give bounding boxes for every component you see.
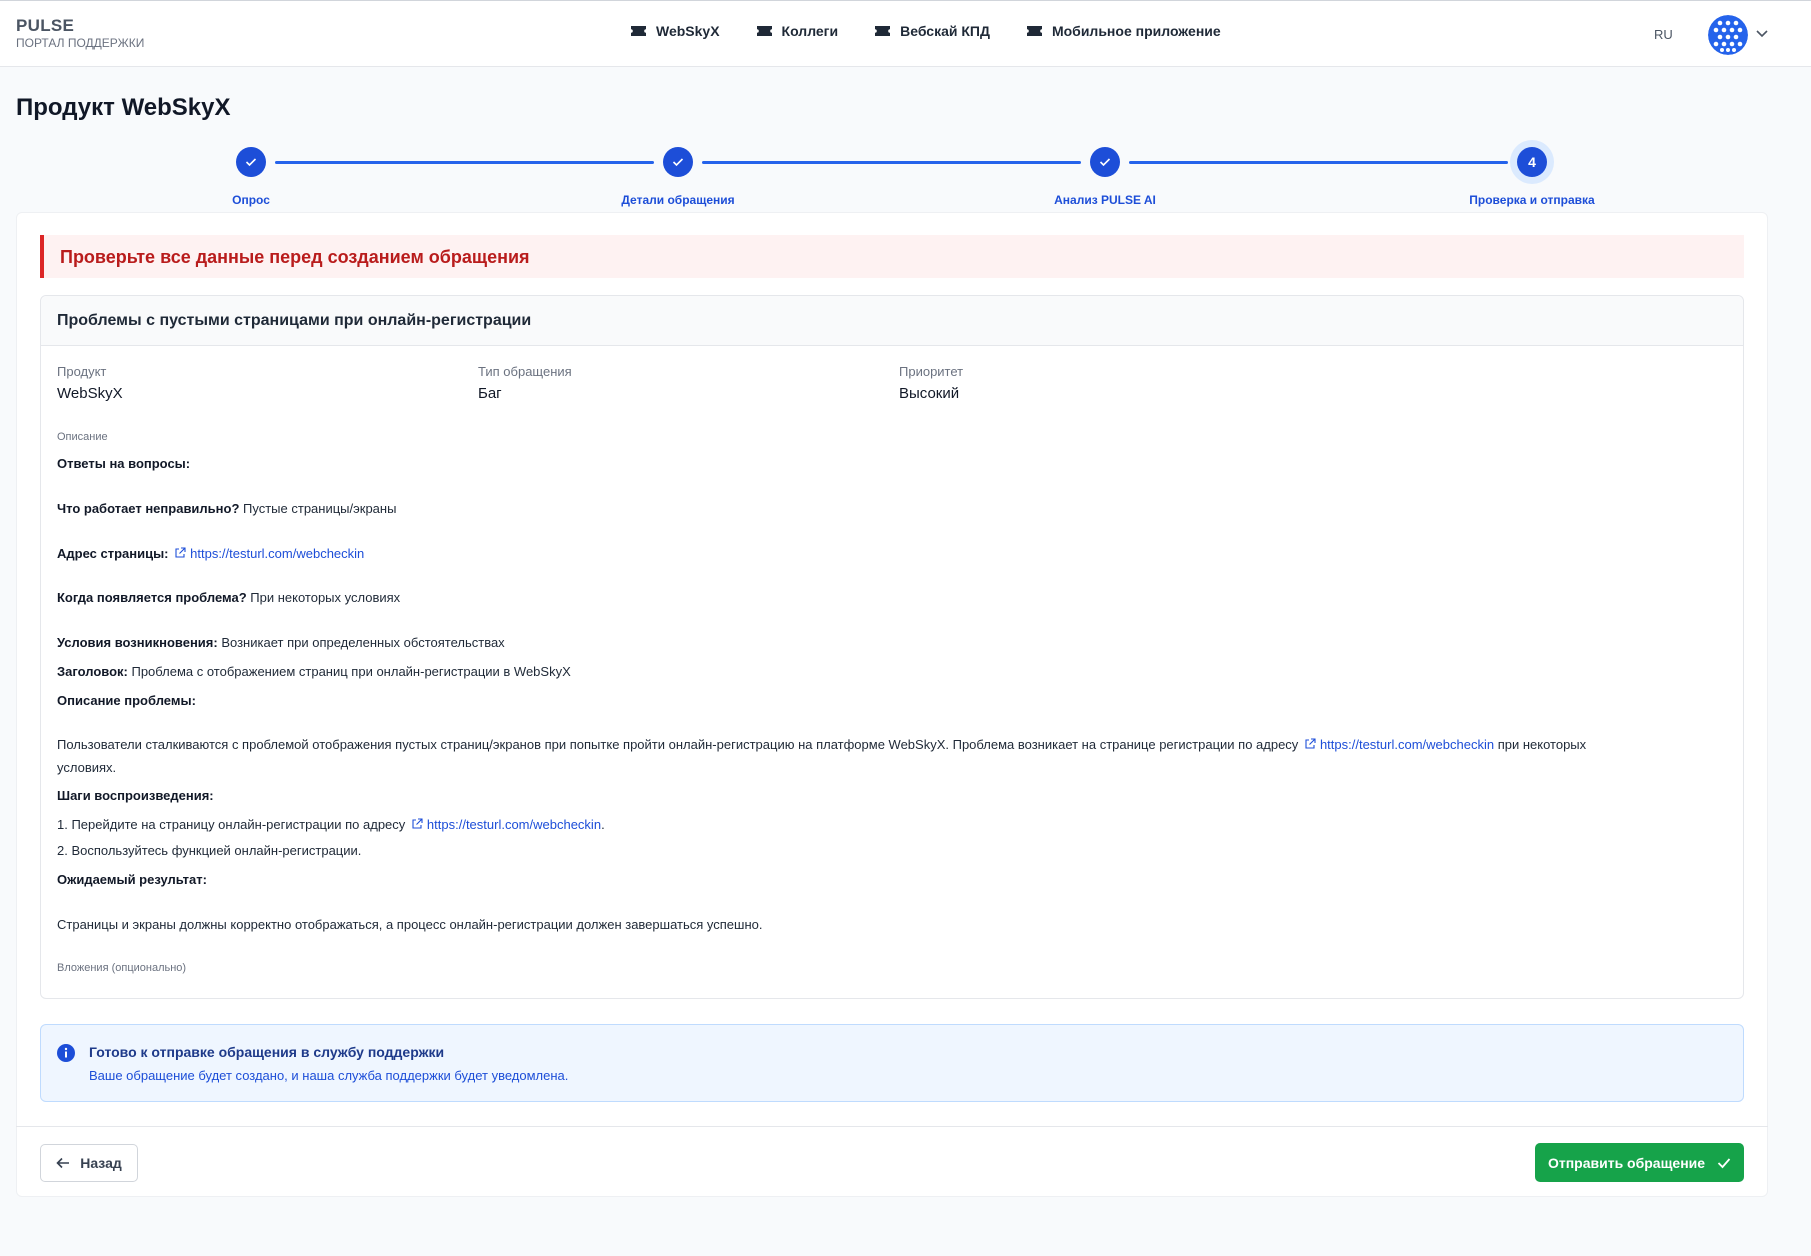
back-label: Назад: [80, 1155, 122, 1171]
chevron-down-icon[interactable]: [1755, 28, 1769, 38]
nav-item-webskyx[interactable]: WebSkyX: [630, 23, 720, 39]
answer-header: Заголовок: Проблема с отображением стран…: [57, 664, 571, 679]
top-header: PULSE ПОРТАЛ ПОДДЕРЖКИ WebSkyX Коллеги В…: [0, 0, 1811, 67]
step-1-label: Опрос: [232, 193, 270, 207]
check-icon: [245, 158, 257, 167]
step-3-circle[interactable]: [1090, 147, 1120, 177]
review-alert: Проверьте все данные перед созданием обр…: [40, 235, 1744, 278]
back-button[interactable]: Назад: [40, 1144, 138, 1182]
step-2-circle[interactable]: [663, 147, 693, 177]
attachments-label: Вложения (опционально): [57, 962, 187, 974]
submit-label: Отправить обращение: [1547, 1154, 1706, 1171]
step-connector: [1129, 161, 1508, 164]
nav-label: Коллеги: [781, 23, 839, 39]
step-1-circle[interactable]: [236, 147, 266, 177]
ticket-icon: [756, 26, 772, 36]
check-icon: [1099, 158, 1111, 167]
problem-text: Пользователи сталкиваются с проблемой от…: [57, 737, 1587, 775]
ticket-icon: [631, 26, 646, 36]
submit-ticket-button[interactable]: Отправить обращение: [1535, 1143, 1744, 1182]
step-2-label: Детали обращения: [621, 193, 735, 207]
type-value: Баг: [478, 385, 502, 402]
arrow-left-icon: [56, 1157, 70, 1169]
main-nav: WebSkyX Коллеги Вебскай КПД Мобильное пр…: [630, 23, 1257, 39]
answer-conditions: Условия возникновения: Возникает при опр…: [57, 635, 505, 650]
product-value: WebSkyX: [57, 385, 123, 402]
nav-item-mobile-app[interactable]: Мобильное приложение: [1026, 23, 1221, 39]
expected-heading: Ожидаемый результат:: [57, 872, 207, 887]
problem-link[interactable]: https://testurl.com/webcheckin: [1320, 737, 1494, 752]
external-link-icon: [412, 818, 423, 829]
description-label: Описание: [57, 431, 108, 443]
nav-label: Вебскай КПД: [900, 23, 990, 39]
info-icon: [57, 1044, 75, 1062]
answer-when-appears: Когда появляется проблема? При некоторых…: [57, 590, 401, 605]
brand-logo[interactable]: PULSE ПОРТАЛ ПОДДЕРЖКИ: [16, 16, 145, 51]
ticket-summary: Проблемы с пустыми страницами при онлайн…: [40, 295, 1744, 999]
ready-info-box: Готово к отправке обращения в службу под…: [40, 1024, 1744, 1102]
page-address-link[interactable]: https://testurl.com/webcheckin: [190, 546, 364, 561]
expected-text: Страницы и экраны должны корректно отобр…: [57, 917, 763, 932]
nav-item-colleagues[interactable]: Коллеги: [756, 23, 839, 39]
footer-divider: [16, 1126, 1768, 1127]
brand-name: PULSE: [16, 16, 75, 35]
step-3-label: Анализ PULSE AI: [1054, 193, 1156, 207]
step-connector: [275, 161, 654, 164]
external-link-icon: [1305, 738, 1316, 749]
step-4-circle[interactable]: 4: [1517, 147, 1547, 177]
nav-item-webskai-kpd[interactable]: Вебскай КПД: [874, 23, 990, 39]
step-connector: [702, 161, 1081, 164]
check-icon: [1717, 1157, 1731, 1168]
answer-what-wrong: Что работает неправильно? Пустые страниц…: [57, 501, 397, 516]
language-switcher[interactable]: RU: [1654, 27, 1673, 42]
priority-value: Высокий: [899, 385, 960, 402]
info-text: Ваше обращение будет создано, и наша слу…: [89, 1068, 569, 1083]
user-avatar-icon[interactable]: [1708, 15, 1748, 55]
step-one: 1. Перейдите на страницу онлайн-регистра…: [57, 817, 605, 832]
steps-heading: Шаги воспроизведения:: [57, 788, 214, 803]
priority-label: Приоритет: [899, 364, 964, 379]
product-label: Продукт: [57, 364, 107, 379]
ticket-title: Проблемы с пустыми страницами при онлайн…: [41, 296, 1743, 346]
page-title: Продукт WebSkyX: [16, 94, 231, 121]
check-icon: [672, 158, 684, 167]
nav-label: WebSkyX: [656, 23, 720, 39]
external-link-icon: [175, 547, 186, 558]
step-one-link[interactable]: https://testurl.com/webcheckin: [427, 817, 601, 832]
problem-heading: Описание проблемы:: [57, 693, 196, 708]
step-number: 4: [1528, 154, 1536, 170]
answers-heading: Ответы на вопросы:: [57, 456, 191, 471]
nav-label: Мобильное приложение: [1051, 23, 1221, 39]
ticket-icon: [875, 26, 891, 36]
type-label: Тип обращения: [478, 364, 572, 379]
step-4-label: Проверка и отправка: [1469, 193, 1595, 207]
step-two: 2. Воспользуйтесь функцией онлайн-регист…: [57, 843, 362, 858]
answer-page-address: Адрес страницы: https://testurl.com/webc…: [57, 546, 365, 561]
brand-subtitle: ПОРТАЛ ПОДДЕРЖКИ: [16, 36, 145, 50]
info-title: Готово к отправке обращения в службу под…: [89, 1044, 445, 1060]
ticket-icon: [1026, 26, 1042, 36]
